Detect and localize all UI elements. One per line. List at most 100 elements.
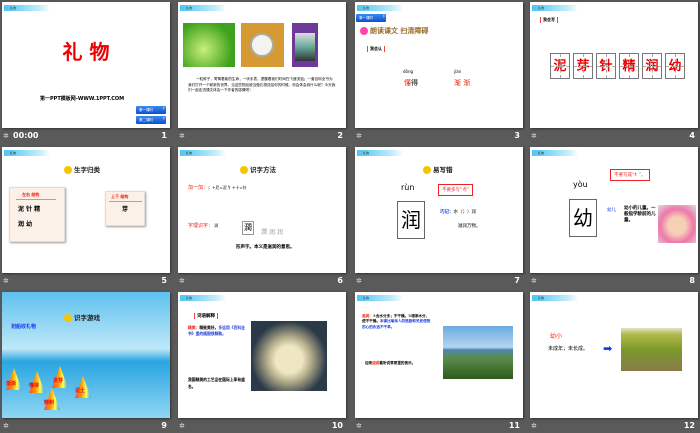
sapling-field-image: [621, 328, 682, 371]
transition-icon: ✲: [179, 132, 185, 140]
sail-label: 泥土: [75, 388, 86, 394]
char-grid: 芽: [573, 53, 593, 79]
slide-thumbnail-6[interactable]: 礼物 识字方法 加一加：氵+尼=泥 钅+十=针 字理识字： 润 潤 潤 润 润 …: [178, 147, 346, 273]
badge-icon: [64, 314, 72, 322]
char-grid: 润: [642, 53, 662, 79]
transition-icon: ✲: [356, 277, 362, 285]
timing: 00:00: [13, 131, 39, 140]
slide-number: 9: [161, 421, 167, 430]
pinyin: yòu: [573, 180, 588, 189]
mascot-icon: [360, 27, 368, 35]
slide-thumbnail-8[interactable]: 礼物 不要写成“纟”。 yòu 幼 幼儿 幼小的儿童。一般指学龄前的儿童。: [530, 147, 698, 273]
word: 幼儿: [607, 208, 616, 213]
definition: 幼小的儿童。一般指学龄前的儿童。: [624, 206, 656, 223]
sail-label: 渐渐: [6, 381, 17, 387]
char-grid: 润: [397, 201, 425, 239]
lesson-2-button[interactable]: 第二课时: [136, 115, 166, 124]
slide-number: 3: [514, 131, 520, 140]
slide-number: 6: [337, 276, 343, 285]
transition-icon: ✲: [3, 422, 9, 430]
slide-number: 1: [161, 131, 167, 140]
definition: 滋润：①含水分多；不干燥。②增添水分，使不干燥。本课比喻亲人的鼓励和关爱使我的心…: [362, 314, 431, 329]
badge-icon: [423, 166, 431, 174]
transition-icon: ✲: [3, 132, 9, 140]
word: 幼小: [550, 333, 563, 340]
card-line: 芽: [122, 206, 129, 213]
slide-footer-3: ✲ 3: [355, 129, 523, 143]
slide-thumbnail-11[interactable]: 礼物 滋润：①含水分多；不干燥。②增添水分，使不干燥。本课比喻亲人的鼓励和关爱使…: [355, 292, 523, 418]
structure-card-left-right: 左右 结构 泥 针 精 润 幼: [9, 187, 65, 242]
pinyin-2: jiàn: [454, 69, 462, 74]
slide-number: 4: [689, 131, 695, 140]
lesson-1-button[interactable]: 第一课时: [356, 13, 386, 22]
slide-thumbnail-3[interactable]: 礼物 第一课时 朗读课文 扫清障碍 我会认 dǒng 懂得 jiàn 渐 渐: [355, 2, 523, 128]
warning-box: 不要写成“纟”。: [610, 169, 650, 181]
book-set-image: [292, 23, 318, 67]
slide-thumbnail-4[interactable]: 礼物 我会写 泥 芽 针 精 润 幼: [530, 2, 698, 128]
slide-thumbnail-1[interactable]: 礼物 礼 物 第一PPT模板网-WWW.1PPT.COM 第一课时 第二课时: [2, 2, 170, 128]
slide-thumbnail-12[interactable]: 礼物 幼小 未成年；未长成。 ➡: [530, 292, 698, 418]
char-grid: 幼: [569, 199, 597, 237]
lakeside-image: [443, 326, 513, 379]
pinyin: rùn: [401, 183, 415, 192]
badge-icon: [240, 166, 248, 174]
slide-footer-5: ✲ 5: [2, 274, 170, 288]
header-band: 礼物: [532, 295, 578, 301]
header-band: 礼物: [4, 150, 50, 156]
section-heading: 生字归类: [64, 164, 100, 174]
header-band: 礼物: [180, 295, 226, 301]
seedling-image: [183, 23, 235, 67]
char-grid: 针: [596, 53, 616, 79]
transition-icon: ✲: [179, 422, 185, 430]
slide-number: 5: [161, 276, 167, 285]
slide-thumbnail-10[interactable]: 礼物 词语解释 精美：精致美好。多运用《百科全书》里的插图很精致。 我国精美的工…: [178, 292, 346, 418]
word-1: 懂得: [404, 79, 418, 87]
header-band: 礼物: [180, 5, 226, 11]
lesson-1-button[interactable]: 第一课时: [136, 105, 166, 114]
child-photo: [658, 205, 696, 243]
header-band: 礼物: [357, 5, 403, 11]
arrow-right-icon: ➡: [603, 342, 613, 355]
section-heading: 易写错: [423, 164, 453, 174]
slide-thumbnail-2[interactable]: 礼物 一粒种子，寄寓着新的生命；一块手表，提醒着我们时间在飞速流逝；一套百科全书…: [178, 2, 346, 128]
section-label: 我会认: [367, 46, 385, 52]
card-line: 泥 针 精: [18, 206, 41, 213]
definition: 精美：精致美好。多运用《百科全书》里的插图很精致。: [188, 325, 245, 336]
section-heading: 识字方法: [240, 164, 276, 174]
section-heading: 识字游戏: [64, 312, 100, 322]
sail-label: 懂得: [29, 383, 40, 389]
slide-footer-1: ✲ 00:00 1: [2, 129, 170, 143]
heading-text: 朗读课文 扫清障碍: [370, 27, 429, 35]
slide-footer-7: ✲ 7: [355, 274, 523, 288]
section-label: 词语解释: [194, 313, 218, 319]
header-band: 礼物: [357, 295, 403, 301]
word-2: 渐 渐: [454, 79, 471, 87]
badge-icon: [64, 166, 72, 174]
header-band: 礼物: [4, 5, 50, 11]
slide-footer-4: ✲ 4: [530, 129, 698, 143]
structure-card-top-bottom: 上下 结构 芽: [105, 191, 145, 226]
slide-number: 8: [689, 276, 695, 285]
mnemonic: 巧记：水（氵）润: [440, 210, 476, 215]
mnemonic-line: 滋润万物。: [458, 224, 481, 229]
definition: 未成年；未长成。: [548, 346, 589, 352]
transition-icon: ✲: [179, 277, 185, 285]
evolution-chain: 潤 润 润: [261, 229, 283, 236]
transition-icon: ✲: [356, 132, 362, 140]
slide-thumbnail-5[interactable]: 礼物 生字归类 左右 结构 泥 针 精 润 幼 上下 结构 芽: [2, 147, 170, 273]
transition-icon: ✲: [3, 277, 9, 285]
ancient-char-image: 潤: [242, 221, 254, 235]
example-sentence: 我国精美的工艺品在国际上享有盛名。: [188, 377, 245, 389]
sail-label: 发芽: [53, 378, 64, 384]
game-title: 划船收礼物: [11, 324, 37, 330]
slide-thumbnail-9[interactable]: 识字游戏 划船收礼物 渐渐 懂得 发芽 泥土 精制: [2, 292, 170, 418]
slide-title: 礼 物: [62, 40, 110, 64]
warning-box: 不要多写“点”: [438, 184, 474, 196]
jade-carving-image: [251, 321, 327, 391]
slide-thumbnail-7[interactable]: 礼物 易写错 rùn 润 不要多写“点” 巧记：水（氵）润 滋润万物。: [355, 147, 523, 273]
char-grid: 精: [619, 53, 639, 79]
transition-icon: ✲: [531, 132, 537, 140]
site-text: 第一PPT模板网-WWW.1PPT.COM: [40, 96, 125, 102]
card-title: 左右 结构: [22, 192, 40, 197]
transition-icon: ✲: [356, 422, 362, 430]
